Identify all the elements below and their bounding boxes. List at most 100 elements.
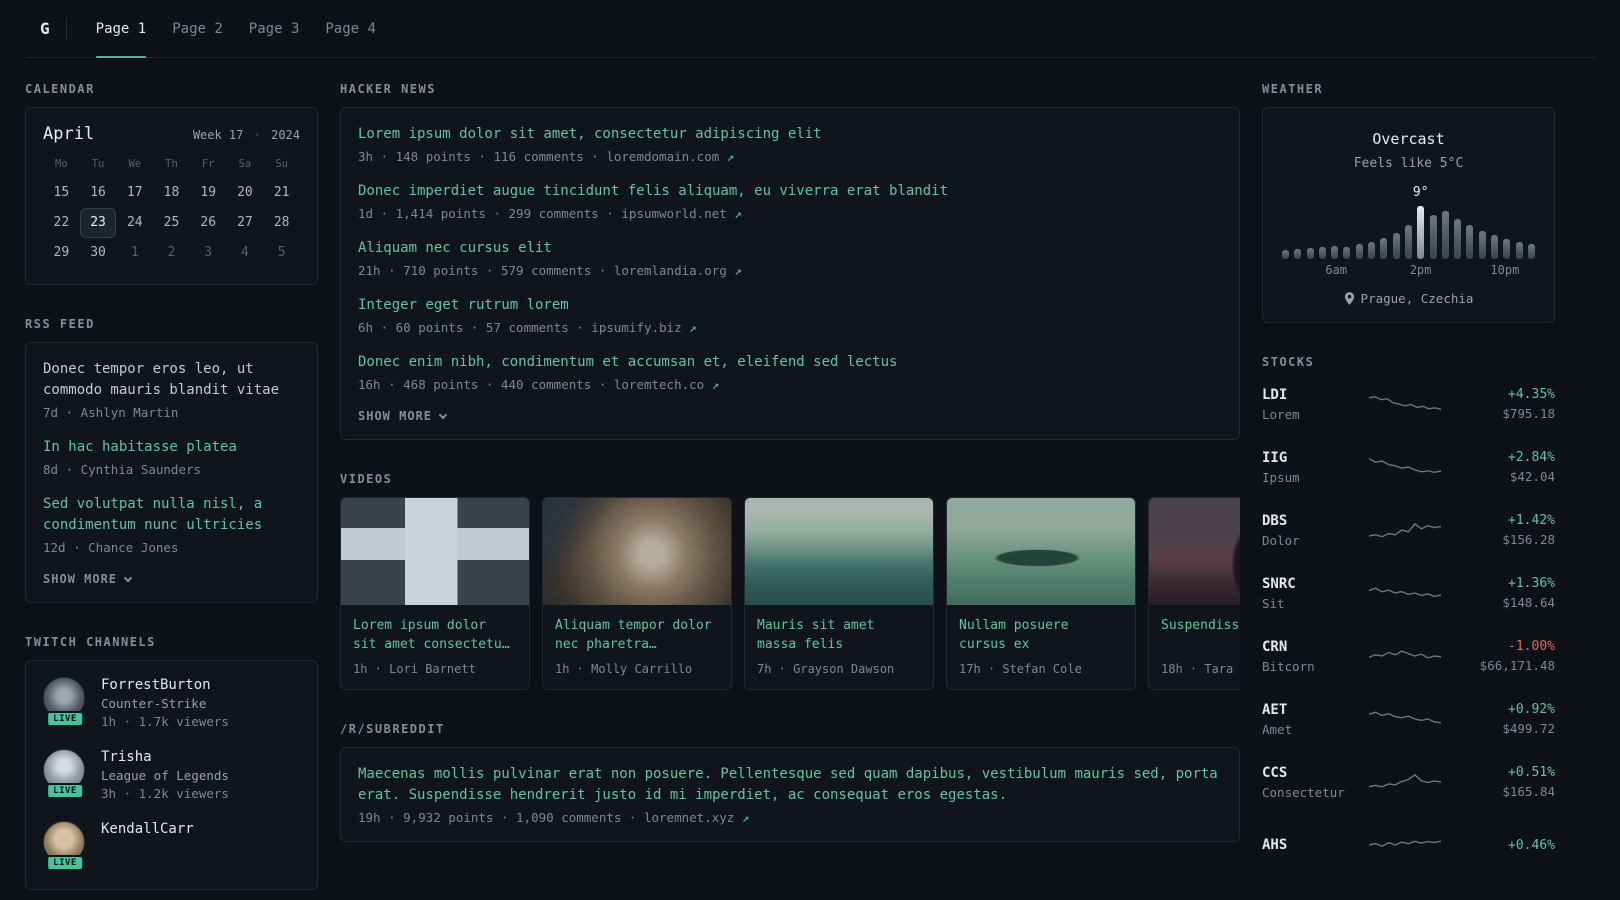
stock-symbol[interactable]: IIG [1262, 450, 1358, 466]
video-card[interactable]: Aliquam tempor dolor nec pharetra… 1h · M… [542, 497, 732, 690]
stock-symbol[interactable]: AET [1262, 702, 1358, 718]
rss-item: In hac habitasse platea 8d · Cynthia Saun… [43, 437, 300, 477]
weather-bar [1306, 248, 1314, 259]
weather-bar [1368, 242, 1376, 259]
rss-item-title[interactable]: Donec tempor eros leo, ut commodo mauris… [43, 359, 300, 401]
tab-page-2[interactable]: Page 2 [159, 0, 236, 57]
stocks-list: LDI Lorem +4.35% $795.18 IIG Ipsum +2.84% $42.0… [1262, 380, 1555, 869]
video-title[interactable]: Aliquam tempor dolor nec pharetra… [555, 616, 719, 654]
hn-show-more-button[interactable]: SHOW MORE [358, 409, 1222, 423]
twitch-channel-row[interactable]: LIVE ForrestBurton Counter-Strike 1h · 1.7k… [43, 677, 300, 729]
stock-sparkline [1358, 515, 1451, 545]
weather-bar [1466, 225, 1474, 259]
stock-row[interactable]: IIG Ipsum +2.84% $42.04 [1262, 443, 1555, 491]
tab-page-3[interactable]: Page 3 [236, 0, 313, 57]
stock-sparkline [1358, 767, 1451, 797]
stock-row[interactable]: LDI Lorem +4.35% $795.18 [1262, 380, 1555, 428]
stock-symbol[interactable]: CRN [1262, 639, 1358, 655]
stock-symbol-block: CCS Consectetur [1262, 765, 1358, 800]
rss-item-title[interactable]: Sed volutpat nulla nisl, a condimentum n… [43, 494, 300, 536]
source-domain-link[interactable]: loremdomain.com [606, 149, 719, 164]
video-card[interactable]: Lorem ipsum dolor sit amet consectetu… 1h… [340, 497, 530, 690]
video-thumbnail[interactable] [341, 498, 529, 605]
stock-row[interactable]: SNRC Sit +1.36% $148.64 [1262, 569, 1555, 617]
weather-bar [1441, 211, 1449, 259]
weather-bar [1380, 238, 1388, 259]
twitch-channel-name[interactable]: KendallCarr [101, 821, 194, 837]
source-domain-link[interactable]: ipsumworld.net [621, 206, 726, 221]
source-domain-link[interactable]: loremtech.co [614, 377, 704, 392]
hn-item-title[interactable]: Donec enim nibh, condimentum et accumsan… [358, 352, 1222, 373]
video-meta: 7h · Grayson Dawson [757, 662, 895, 676]
twitch-channel-name[interactable]: Trisha [101, 749, 229, 765]
hn-item-title[interactable]: Aliquam nec cursus elit [358, 238, 1222, 259]
twitch-channel-row[interactable]: LIVE Trisha League of Legends 3h · 1.2k vie… [43, 749, 300, 801]
stock-name: Sit [1262, 595, 1285, 611]
left-column: CALENDAR April Week 17 · 2024 Mo Tu We Th Fr… [25, 82, 318, 900]
twitch-channel-name[interactable]: ForrestBurton [101, 677, 229, 693]
stock-row[interactable]: AHS +0.46% [1262, 821, 1555, 869]
item-meta: 21h · 710 points · 579 comments · loreml… [358, 263, 1222, 278]
stock-row[interactable]: DBS Dolor +1.42% $156.28 [1262, 506, 1555, 554]
twitch-channel-row[interactable]: LIVE KendallCarr [43, 821, 300, 871]
sparkline-chart [1368, 711, 1441, 724]
external-link-icon: ↗ [726, 263, 742, 278]
tab-page-4[interactable]: Page 4 [312, 0, 389, 57]
calendar-dow-label: Tu [91, 158, 105, 170]
calendar-day: 29 [53, 245, 70, 260]
chevron-down-icon [438, 410, 448, 419]
video-thumbnail[interactable] [745, 498, 933, 605]
video-card[interactable]: Mauris sit amet massa felis 7h · Grayson … [744, 497, 934, 690]
video-thumbnail[interactable] [543, 498, 731, 605]
stock-price: $66,171.48 [1479, 658, 1555, 673]
hn-item-title[interactable]: Lorem ipsum dolor sit amet, consectetur … [358, 124, 1222, 145]
reddit-post-title[interactable]: Maecenas mollis pulvinar erat non posuer… [358, 764, 1222, 806]
stock-symbol[interactable]: LDI [1262, 387, 1358, 403]
video-title[interactable]: Nullam posuere cursus ex [959, 616, 1123, 654]
hn-item-title[interactable]: Donec imperdiet augue tincidunt felis al… [358, 181, 1222, 202]
rss-show-more-button[interactable]: SHOW MORE [43, 572, 300, 586]
videos-widget: VIDEOS Lorem ipsum dolor sit amet consec… [340, 472, 1240, 690]
stock-symbol[interactable]: CCS [1262, 765, 1358, 781]
video-card[interactable]: Nullam posuere cursus ex 17h · Stefan Col… [946, 497, 1136, 690]
external-link-icon: ↗ [726, 206, 742, 221]
weather-bar [1491, 235, 1499, 259]
item-meta: 19h · 9,932 points · 1,090 comments · lo… [358, 810, 1222, 825]
source-domain-link[interactable]: loremlandia.org [614, 263, 727, 278]
video-title[interactable]: Mauris sit amet massa felis [757, 616, 921, 654]
stock-symbol[interactable]: AHS [1262, 837, 1358, 853]
stock-row[interactable]: AET Amet +0.92% $499.72 [1262, 695, 1555, 743]
stock-symbol[interactable]: DBS [1262, 513, 1358, 529]
right-column: WEATHER Overcast Feels like 5°C 9° 6am 2p… [1262, 82, 1555, 900]
calendar-day: 19 [200, 185, 217, 200]
twitch-channel-info: Trisha League of Legends 3h · 1.2k viewers [101, 749, 229, 801]
calendar-card: April Week 17 · 2024 Mo Tu We Th Fr Sa Su 15 16… [25, 107, 318, 285]
calendar-widget: CALENDAR April Week 17 · 2024 Mo Tu We Th Fr… [25, 82, 318, 285]
video-title[interactable]: Lorem ipsum dolor sit amet consectetu… [353, 616, 517, 654]
weather-bars [1282, 203, 1535, 259]
sparkline-chart [1368, 773, 1441, 788]
stock-row[interactable]: CRN Bitcorn -1.00% $66,171.48 [1262, 632, 1555, 680]
video-title[interactable]: Suspendisse diam [1161, 616, 1240, 654]
item-meta: 6h · 60 points · 57 comments · ipsumify.… [358, 320, 1222, 335]
widget-title-weather: WEATHER [1262, 82, 1324, 96]
video-card-body: Aliquam tempor dolor nec pharetra… 1h · M… [543, 605, 731, 689]
video-thumbnail[interactable] [1149, 498, 1240, 605]
source-domain-link[interactable]: ipsumify.biz [591, 320, 681, 335]
rss-item: Donec tempor eros leo, ut commodo mauris… [43, 359, 300, 420]
video-thumbnail[interactable] [947, 498, 1135, 605]
weather-bar [1454, 219, 1462, 259]
stock-change: +2.84% [1508, 450, 1555, 465]
nav-divider [65, 17, 67, 40]
calendar-day: 30 [90, 245, 106, 260]
stock-symbol[interactable]: SNRC [1262, 576, 1358, 592]
tab-page-1[interactable]: Page 1 [83, 0, 160, 58]
rss-item-title[interactable]: In hac habitasse platea [43, 437, 300, 458]
twitch-channel-game: Counter-Strike [101, 696, 207, 711]
stock-row[interactable]: CCS Consectetur +0.51% $165.84 [1262, 758, 1555, 806]
hn-item-title[interactable]: Integer eget rutrum lorem [358, 295, 1222, 316]
stock-price: $156.28 [1502, 532, 1555, 547]
video-card[interactable]: Suspendisse diam 18h · Tara [1148, 497, 1240, 690]
middle-column: HACKER NEWS Lorem ipsum dolor sit amet, … [340, 82, 1240, 900]
source-domain-link[interactable]: loremnet.xyz [644, 810, 734, 825]
